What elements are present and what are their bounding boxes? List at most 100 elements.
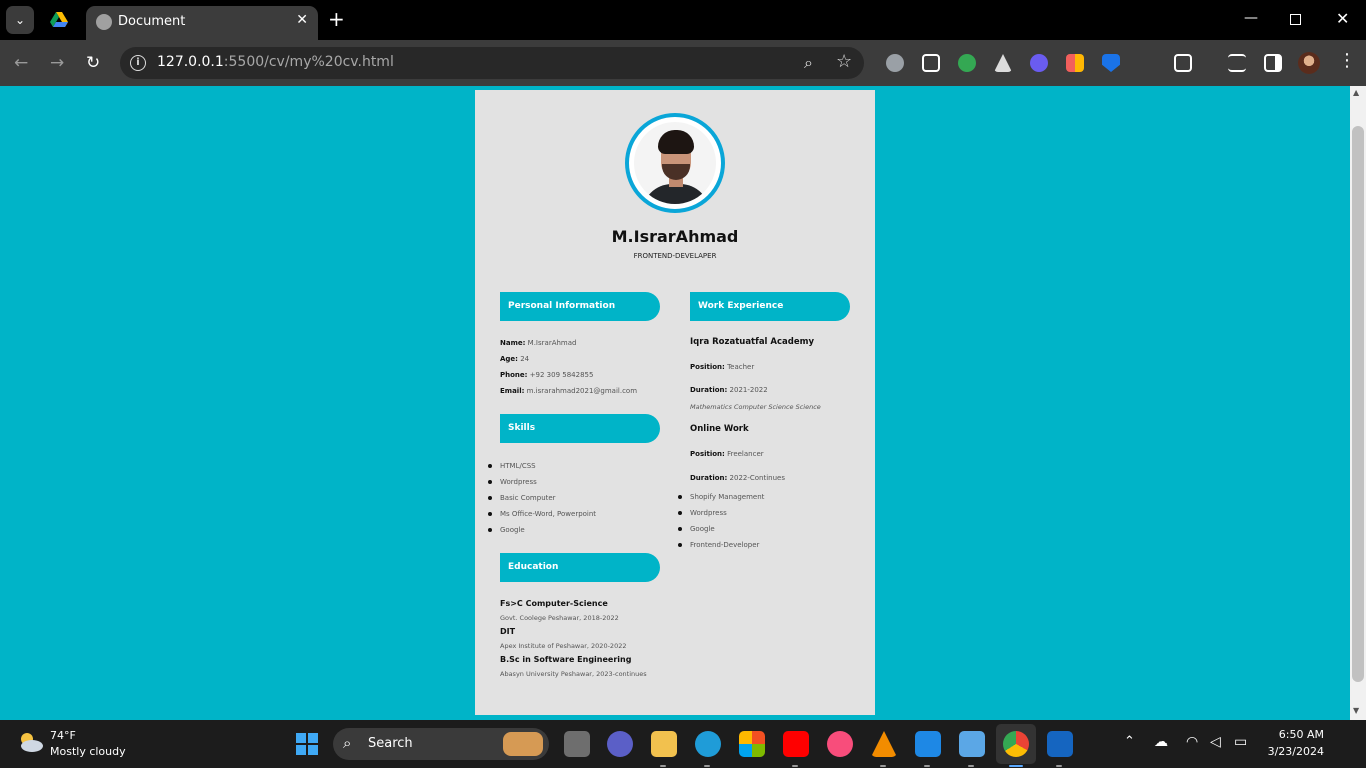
tab-search-button[interactable]: ⌄ — [6, 6, 34, 34]
windows-start-icon[interactable] — [296, 733, 318, 755]
remote-app-icon[interactable] — [1047, 731, 1073, 757]
photo-beard — [662, 164, 690, 180]
info-name-label: Name: — [500, 339, 526, 347]
info-phone: Phone: +92 309 5842855 — [500, 371, 593, 379]
search-icon: ⌕ — [343, 734, 352, 752]
education-detail: Abasyn University Peshawar, 2023-continu… — [500, 670, 647, 678]
restore-button[interactable] — [1290, 14, 1301, 25]
education-title: DIT — [500, 627, 516, 636]
search-highlight-image — [503, 732, 543, 756]
job-position-label: Position: — [690, 450, 725, 458]
minimize-button[interactable]: — — [1244, 10, 1258, 26]
vscode-icon[interactable] — [915, 731, 941, 757]
side-panel-icon[interactable] — [1264, 54, 1282, 72]
start-tile — [296, 745, 306, 755]
itunes-icon[interactable] — [827, 731, 853, 757]
new-tab-button[interactable]: + — [328, 9, 345, 29]
job-duration: Duration: 2022-Continues — [690, 474, 785, 482]
edge-browser-icon[interactable] — [695, 731, 721, 757]
info-email: Email: m.israrahmad2021@gmail.com — [500, 387, 637, 395]
microsoft-store-icon[interactable] — [739, 731, 765, 757]
work-experience-heading: Work Experience — [690, 292, 850, 321]
cloudy-weather-icon[interactable] — [16, 730, 44, 754]
profile-avatar[interactable] — [1298, 52, 1320, 74]
job-duration-label: Duration: — [690, 474, 728, 482]
shield-extension-icon[interactable] — [1102, 54, 1120, 72]
scroll-down-arrow[interactable]: ▼ — [1353, 706, 1359, 715]
color-extension-icon[interactable] — [1066, 54, 1084, 72]
job-duration-value: 2021-2022 — [729, 386, 768, 394]
weather-temperature[interactable]: 74°F — [50, 729, 76, 742]
site-info-icon[interactable]: i — [130, 55, 146, 71]
drop-extension-icon[interactable] — [1030, 54, 1048, 72]
info-email-value: m.israrahmad2021@gmail.com — [526, 387, 638, 395]
address-bar[interactable]: i 127.0.0.1:5500/cv/my%20cv.html ⌕ ☆ — [120, 47, 864, 79]
start-tile — [308, 745, 318, 755]
extensions-puzzle-icon[interactable] — [1174, 54, 1192, 72]
forward-button[interactable]: → — [50, 53, 64, 73]
info-name-value: M.IsrarAhmad — [527, 339, 577, 347]
back-button[interactable]: ← — [14, 53, 28, 73]
weather-description[interactable]: Mostly cloudy — [50, 745, 126, 758]
scrollbar-thumb[interactable] — [1352, 126, 1364, 682]
photo-shirt — [642, 184, 710, 204]
info-age-value: 24 — [520, 355, 530, 363]
media-control-icon[interactable] — [1228, 54, 1246, 72]
url-path: :5500/cv/my%20cv.html — [223, 54, 394, 70]
volume-icon[interactable]: ◁ — [1210, 734, 1221, 750]
tab-document[interactable]: Document ✕ — [86, 6, 318, 40]
work-item: Google — [678, 525, 715, 533]
info-phone-value: +92 309 5842855 — [529, 371, 594, 379]
cv-role: FRONTEND-DEVELAPER — [633, 252, 717, 260]
cv-name: M.IsrarAhmad — [611, 227, 739, 246]
chrome-icon[interactable] — [1003, 731, 1029, 757]
skill-item: Wordpress — [488, 478, 537, 486]
picture-in-picture-icon[interactable] — [922, 54, 940, 72]
photo-hair — [658, 130, 694, 154]
scroll-up-arrow[interactable]: ▲ — [1353, 88, 1359, 97]
running-indicator — [880, 765, 886, 767]
wifi-icon[interactable]: ◠ — [1186, 734, 1198, 750]
info-email-label: Email: — [500, 387, 525, 395]
job-position: Position: Freelancer — [690, 450, 764, 458]
show-hidden-icons-chevron-icon[interactable]: ⌃ — [1124, 734, 1135, 749]
taskbar: 74°F Mostly cloudy ⌕ Search ⌃ ☁ ◠ ◁ ▭ 6:… — [0, 720, 1366, 768]
zoom-icon[interactable]: ⌕ — [804, 53, 813, 73]
running-indicator — [924, 765, 930, 767]
window-close-button[interactable]: ✕ — [1336, 9, 1349, 28]
job-duration-label: Duration: — [690, 386, 728, 394]
job-position: Position: Teacher — [690, 363, 754, 371]
mountain-extension-icon[interactable] — [994, 54, 1012, 72]
task-view-icon[interactable] — [564, 731, 590, 757]
close-icon[interactable]: ✕ — [296, 12, 308, 28]
teams-chat-icon[interactable] — [607, 731, 633, 757]
info-name: Name: M.IsrarAhmad — [500, 339, 576, 347]
settings-extension-icon[interactable] — [886, 54, 904, 72]
more-menu-icon[interactable]: ⋮ — [1338, 50, 1356, 71]
bookmark-star-icon[interactable]: ☆ — [836, 51, 852, 72]
onedrive-cloud-icon[interactable]: ☁ — [1154, 734, 1168, 750]
personal-info-heading: Personal Information — [500, 292, 660, 321]
clock-date[interactable]: 3/23/2024 — [1262, 745, 1324, 758]
job-position-value: Teacher — [727, 363, 755, 371]
tab-title: Document — [118, 14, 186, 29]
clock-time[interactable]: 6:50 AM — [1268, 728, 1324, 741]
taskbar-search[interactable]: ⌕ Search — [333, 728, 549, 760]
youtube-icon[interactable] — [783, 731, 809, 757]
google-drive-icon[interactable] — [50, 11, 68, 29]
skill-item: HTML/CSS — [488, 462, 536, 470]
reload-button[interactable]: ↻ — [86, 53, 100, 73]
skill-item: Basic Computer — [488, 494, 556, 502]
notepad-icon[interactable] — [959, 731, 985, 757]
battery-icon[interactable]: ▭ — [1234, 734, 1247, 750]
work-item: Frontend-Developer — [677, 541, 760, 549]
job-title: Online Work — [690, 424, 749, 434]
url-text[interactable]: 127.0.0.1:5500/cv/my%20cv.html — [157, 54, 394, 70]
file-explorer-icon[interactable] — [651, 731, 677, 757]
skill-item: Ms Office-Word, Powerpoint — [487, 510, 597, 518]
add-extension-icon[interactable] — [958, 54, 976, 72]
running-indicator — [792, 765, 798, 767]
vlc-icon[interactable] — [871, 731, 897, 757]
education-detail: Govt. Coolege Peshawar, 2018-2022 — [500, 614, 619, 622]
job-position-value: Freelancer — [727, 450, 764, 458]
